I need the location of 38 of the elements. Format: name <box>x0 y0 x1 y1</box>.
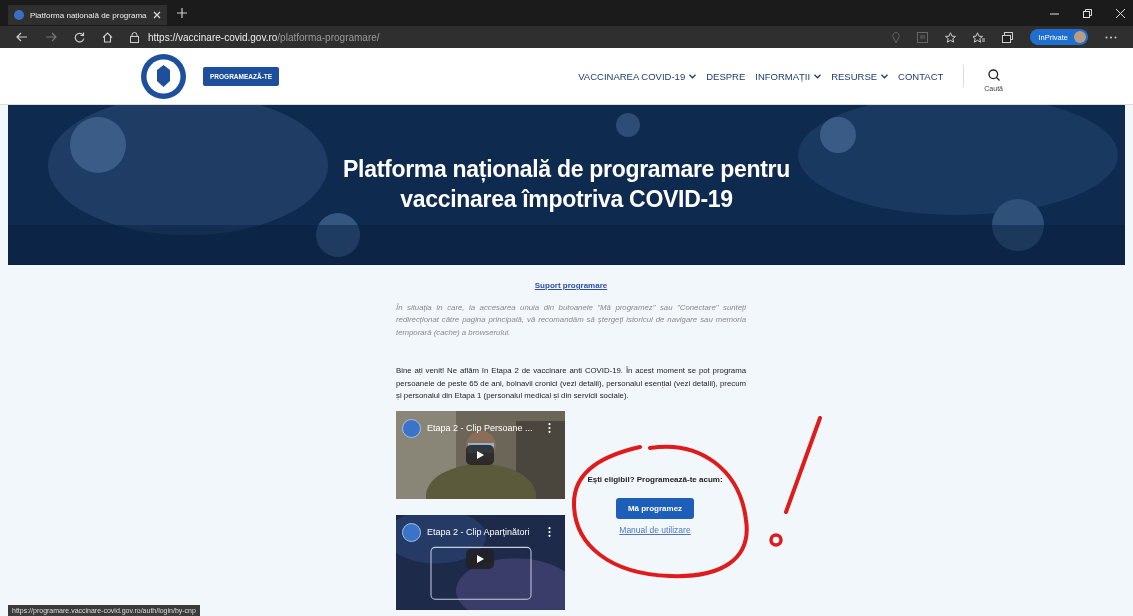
star-icon[interactable] <box>945 31 957 43</box>
video-title[interactable]: Etapa 2 - Clip Aparținători <box>427 527 542 538</box>
avatar-icon <box>1074 31 1086 43</box>
video-player[interactable]: Etapa 2 - Clip Aparținători <box>396 514 565 610</box>
chevron-icon <box>814 73 822 79</box>
chevron-icon <box>881 73 889 79</box>
close-icon[interactable] <box>1116 8 1125 18</box>
refresh-icon[interactable] <box>74 31 85 43</box>
page-title: Platforma națională de programare pentru vaccinarea împotriva COVID-19 <box>342 155 791 214</box>
close-icon[interactable] <box>152 11 161 19</box>
more-icon[interactable] <box>1105 35 1117 39</box>
book-button[interactable]: Mă programez <box>615 497 695 519</box>
search-icon <box>987 68 1000 81</box>
address-field[interactable]: https://vaccinare-covid.gov.ro/platforma-programare/ <box>148 31 380 43</box>
chevron-icon <box>689 73 697 79</box>
collections-icon[interactable] <box>1002 31 1014 43</box>
nav-link[interactable]: DESPRE <box>706 70 746 82</box>
forward-icon[interactable] <box>45 32 57 42</box>
browser-tab[interactable]: Platforma națională de programa <box>8 5 167 25</box>
more-icon[interactable] <box>548 527 551 538</box>
nav-link[interactable]: VACCINAREA COVID-19 <box>578 70 697 82</box>
new-tab-icon[interactable] <box>176 8 187 18</box>
nav-link[interactable]: RESURSE <box>831 70 889 82</box>
video-title[interactable]: Etapa 2 - Clip Persoane ... <box>427 423 542 434</box>
favicon-icon <box>14 10 24 20</box>
nav-link[interactable]: INFORMAȚII <box>755 70 822 82</box>
eligibility-prompt: Ești eligibil? Programează-te acum: <box>587 474 723 484</box>
manual-link[interactable]: Manual de utilizare <box>619 524 691 535</box>
video-player[interactable]: Etapa 2 - Clip Persoane ... <box>396 410 565 499</box>
back-icon[interactable] <box>16 32 28 42</box>
more-icon[interactable] <box>548 423 551 434</box>
home-icon[interactable] <box>102 31 113 43</box>
nav-link[interactable]: CONTACT <box>898 70 944 82</box>
restore-icon[interactable] <box>1083 8 1092 18</box>
support-link[interactable]: Suport programare <box>534 281 608 290</box>
emblem-logo-icon[interactable] <box>140 52 187 100</box>
favorites-icon[interactable] <box>973 31 986 43</box>
lock-icon <box>130 31 139 43</box>
